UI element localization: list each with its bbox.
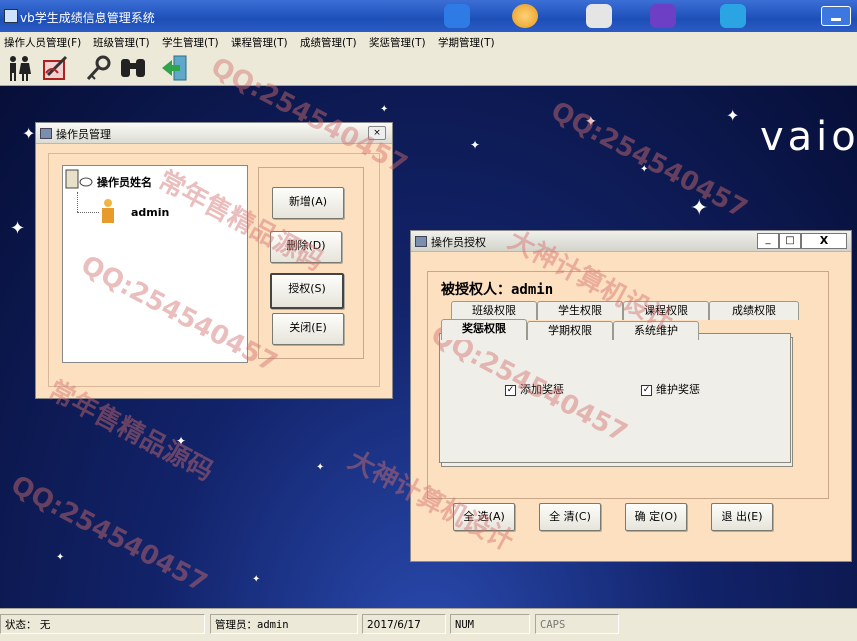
toolbar	[0, 51, 857, 86]
minimize-icon[interactable]: _	[757, 233, 779, 249]
star-decoration: ✦	[470, 138, 481, 152]
edit-icon[interactable]	[40, 53, 70, 83]
num-indicator: NUM	[450, 614, 530, 634]
tree-line	[77, 212, 99, 214]
menu-reward[interactable]: 奖惩管理(T)	[369, 35, 426, 50]
menu-term[interactable]: 学期管理(T)	[438, 35, 495, 50]
star-decoration: ✦	[380, 104, 389, 115]
taskbar-app-icon[interactable]	[444, 4, 470, 28]
tree-line	[77, 192, 79, 212]
menu-course[interactable]: 课程管理(T)	[231, 35, 288, 50]
operator-window: 操作员管理 × 操作员姓名 admin 新增(A) 删除(D) 授权(S) 关闭…	[35, 122, 393, 399]
maintain-reward-label: 维护奖惩	[656, 383, 700, 396]
star-decoration: ✦	[640, 164, 649, 175]
star-decoration: ✦	[22, 124, 36, 143]
app-title: vb学生成绩信息管理系统	[20, 11, 155, 25]
authorize-button[interactable]: 授权(S)	[270, 273, 344, 309]
auth-window: 操作员授权 _ □ X 被授权人：admin 班级权限 学生权限 课程权限 成绩…	[410, 230, 852, 562]
clear-all-button[interactable]: 全 清(C)	[539, 503, 601, 531]
operators-icon[interactable]	[4, 53, 34, 83]
menu-operators[interactable]: 操作人员管理(F)	[4, 35, 81, 50]
status-text: 状态： 无	[0, 614, 205, 634]
tab-student-permission[interactable]: 学生权限	[537, 301, 623, 320]
checkbox-checked-icon: ✓	[641, 384, 652, 396]
search-key-icon[interactable]	[84, 53, 114, 83]
operator-window-title: 操作员管理	[56, 128, 111, 141]
minimize-button[interactable]	[821, 6, 851, 26]
window-icon	[40, 128, 52, 139]
maximize-icon[interactable]: □	[779, 233, 801, 249]
star-decoration: ✦	[176, 434, 187, 448]
user-icon	[102, 199, 114, 223]
star-decoration: ✦	[690, 196, 709, 221]
operator-window-titlebar[interactable]: 操作员管理 ×	[36, 123, 392, 144]
tab-system-maintenance[interactable]: 系统维护	[613, 321, 699, 340]
star-decoration: ✦	[10, 218, 26, 239]
tree-root-icon	[65, 169, 93, 189]
status-bar: 状态： 无 管理员：admin 2017/6/17 NUM CAPS	[0, 608, 857, 641]
window-icon	[415, 236, 427, 247]
delete-button[interactable]: 删除(D)	[270, 231, 342, 263]
tab-panel	[439, 333, 791, 463]
exit-icon[interactable]	[160, 53, 190, 83]
maintain-reward-checkbox[interactable]: ✓ 维护奖惩	[641, 381, 700, 397]
tab-reward-permission[interactable]: 奖惩权限	[441, 319, 527, 340]
close-icon[interactable]: ×	[368, 126, 386, 140]
tree-item-admin[interactable]: admin	[131, 206, 169, 219]
close-icon[interactable]: X	[801, 233, 847, 249]
tab-term-permission[interactable]: 学期权限	[527, 321, 613, 340]
vaio-logo: vaio	[760, 114, 857, 160]
add-button[interactable]: 新增(A)	[272, 187, 344, 219]
ok-button[interactable]: 确 定(O)	[625, 503, 687, 531]
binoculars-icon[interactable]	[118, 53, 148, 83]
taskbar-app-icon[interactable]	[720, 4, 746, 28]
menu-bar: 操作人员管理(F) 班级管理(T) 学生管理(T) 课程管理(T) 成绩管理(T…	[0, 32, 857, 52]
close-button[interactable]: 关闭(E)	[272, 313, 344, 345]
taskbar-app-icon[interactable]	[586, 4, 612, 28]
tree-root-label: 操作员姓名	[97, 176, 152, 189]
add-reward-label: 添加奖惩	[520, 383, 564, 396]
star-decoration: ✦	[252, 574, 261, 585]
exit-button[interactable]: 退 出(E)	[711, 503, 773, 531]
add-reward-checkbox[interactable]: ✓ 添加奖惩	[505, 381, 564, 397]
auth-window-title: 操作员授权	[431, 236, 486, 249]
operator-tree[interactable]: 操作员姓名 admin	[62, 165, 248, 363]
tab-class-permission[interactable]: 班级权限	[451, 301, 537, 320]
star-decoration: ✦	[585, 114, 597, 130]
tab-course-permission[interactable]: 课程权限	[623, 301, 709, 320]
auth-window-titlebar[interactable]: 操作员授权 _ □ X	[411, 231, 851, 252]
operator-status: 管理员：admin	[210, 614, 358, 634]
taskbar-app-icon[interactable]	[650, 4, 676, 28]
menu-grade[interactable]: 成绩管理(T)	[300, 35, 357, 50]
checkbox-checked-icon: ✓	[505, 384, 516, 396]
star-decoration: ✦	[726, 106, 740, 125]
taskbar-app-icon[interactable]	[512, 4, 538, 28]
menu-student[interactable]: 学生管理(T)	[162, 35, 219, 50]
tab-grade-permission[interactable]: 成绩权限	[709, 301, 799, 320]
star-decoration: ✦	[316, 462, 325, 473]
app-title-bar: vb学生成绩信息管理系统	[0, 0, 857, 32]
auth-header: 被授权人：admin	[441, 282, 554, 298]
app-icon	[4, 9, 18, 23]
menu-class[interactable]: 班级管理(T)	[93, 35, 150, 50]
caps-indicator: CAPS	[535, 614, 619, 634]
star-decoration: ✦	[56, 552, 65, 563]
date-status: 2017/6/17	[362, 614, 446, 634]
select-all-button[interactable]: 全 选(A)	[453, 503, 515, 531]
